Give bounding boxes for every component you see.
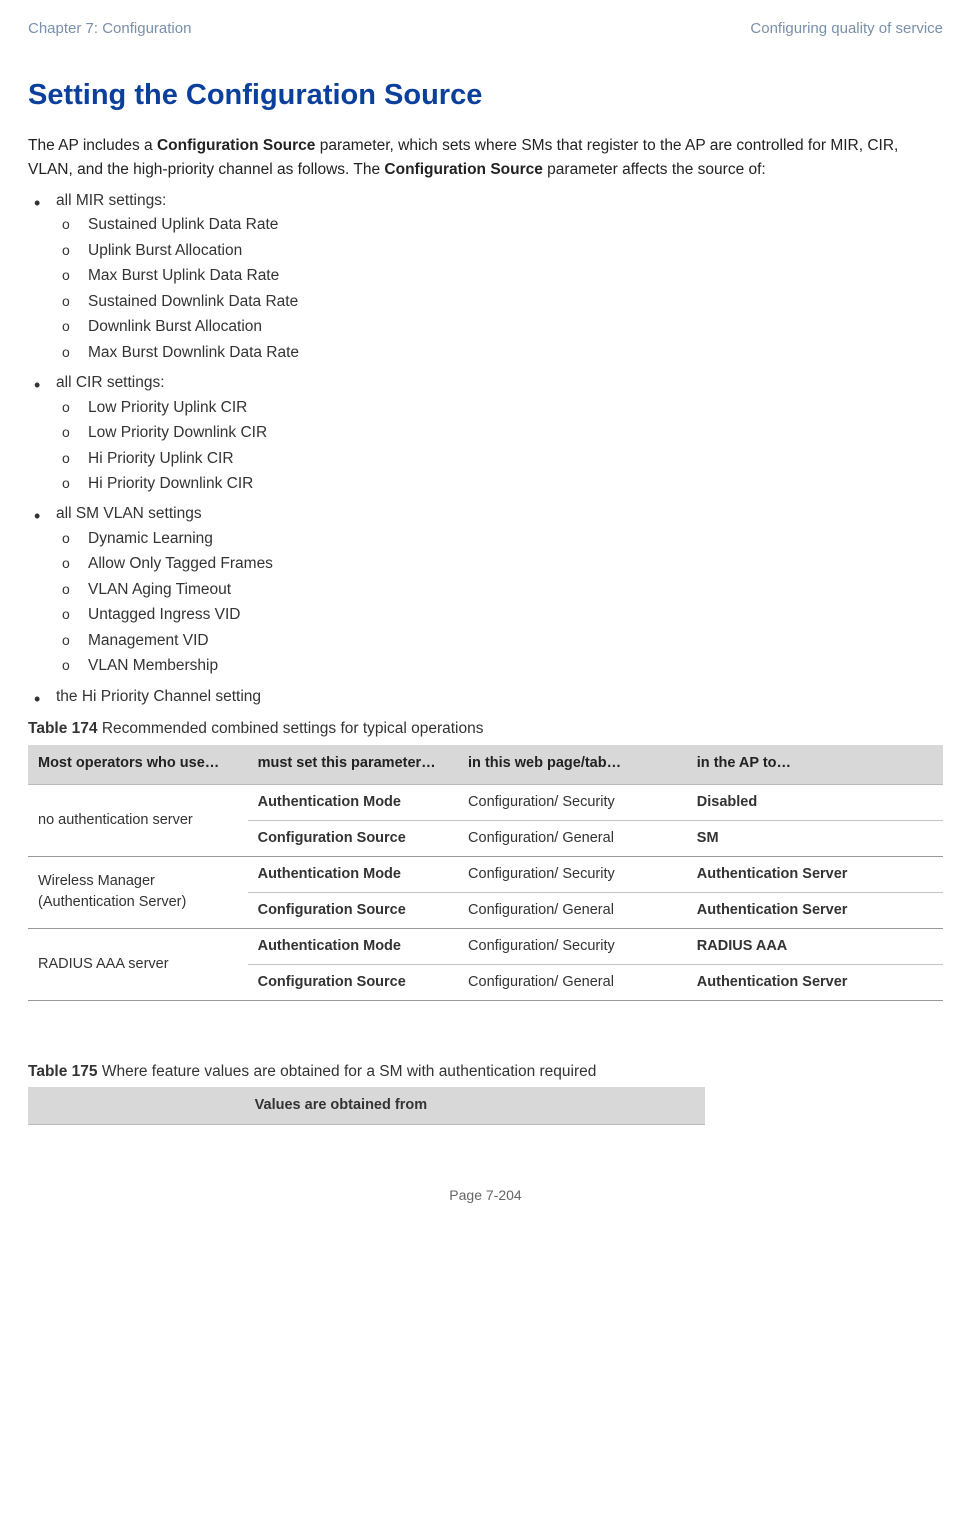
cell-apto: Disabled: [687, 784, 943, 820]
intro-bold-1: Configuration Source: [157, 137, 315, 154]
table175: Values are obtained from: [28, 1087, 705, 1125]
cell-apto: Authentication Server: [687, 856, 943, 892]
table175-caption: Table 175 Where feature values are obtai…: [28, 1061, 943, 1083]
list-item: Low Priority Uplink CIR: [56, 397, 943, 419]
cell-operator-2: RADIUS AAA server: [28, 928, 248, 1000]
cell-page: Configuration/ Security: [458, 784, 687, 820]
list-item: Downlink Burst Allocation: [56, 316, 943, 338]
cell-param: Authentication Mode: [248, 856, 458, 892]
cell-param: Authentication Mode: [248, 784, 458, 820]
bullet-mir-label: all MIR settings:: [56, 192, 166, 209]
list-item: Untagged Ingress VID: [56, 604, 943, 626]
intro-paragraph: The AP includes a Configuration Source p…: [28, 134, 943, 182]
table174: Most operators who use… must set this pa…: [28, 745, 943, 1001]
list-item: Allow Only Tagged Frames: [56, 553, 943, 575]
bullet-hipriority-label: the Hi Priority Channel setting: [56, 688, 261, 705]
cell-operator-0: no authentication server: [28, 784, 248, 856]
list-item: Hi Priority Uplink CIR: [56, 448, 943, 470]
cir-sublist: Low Priority Uplink CIR Low Priority Dow…: [56, 397, 943, 496]
list-item: Hi Priority Downlink CIR: [56, 473, 943, 495]
table174-header-row: Most operators who use… must set this pa…: [28, 745, 943, 785]
cell-page: Configuration/ General: [458, 892, 687, 928]
bullet-vlan-label: all SM VLAN settings: [56, 505, 202, 522]
cell-apto: RADIUS AAA: [687, 928, 943, 964]
table174-h1: must set this parameter…: [248, 745, 458, 785]
header-left: Chapter 7: Configuration: [28, 18, 191, 40]
bullet-vlan: all SM VLAN settings Dynamic Learning Al…: [28, 503, 943, 677]
bullet-cir: all CIR settings: Low Priority Uplink CI…: [28, 372, 943, 495]
table175-caption-rest: Where feature values are obtained for a …: [98, 1063, 597, 1080]
table175-h0: [28, 1087, 245, 1125]
cell-param: Configuration Source: [248, 892, 458, 928]
list-item: VLAN Membership: [56, 655, 943, 677]
list-item: Dynamic Learning: [56, 528, 943, 550]
table174-caption-rest: Recommended combined settings for typica…: [98, 720, 484, 737]
list-item: Max Burst Uplink Data Rate: [56, 265, 943, 287]
list-item: Uplink Burst Allocation: [56, 240, 943, 262]
bullet-mir: all MIR settings: Sustained Uplink Data …: [28, 190, 943, 364]
cell-operator-1: Wireless Manager (Authentication Server): [28, 856, 248, 928]
table174-h0: Most operators who use…: [28, 745, 248, 785]
intro-text-a: The AP includes a: [28, 137, 157, 154]
table-row: Wireless Manager (Authentication Server)…: [28, 856, 943, 892]
header-right: Configuring quality of service: [750, 18, 943, 40]
table-row: no authentication server Authentication …: [28, 784, 943, 820]
table175-header-row: Values are obtained from: [28, 1087, 705, 1125]
table174-caption: Table 174 Recommended combined settings …: [28, 718, 943, 740]
table174-h3: in the AP to…: [687, 745, 943, 785]
list-item: VLAN Aging Timeout: [56, 579, 943, 601]
list-item: Low Priority Downlink CIR: [56, 422, 943, 444]
bullet-list: all MIR settings: Sustained Uplink Data …: [28, 190, 943, 708]
list-item: Management VID: [56, 630, 943, 652]
intro-text-e: parameter affects the source of:: [543, 161, 766, 178]
cell-apto: Authentication Server: [687, 892, 943, 928]
table174-h2: in this web page/tab…: [458, 745, 687, 785]
list-item: Sustained Downlink Data Rate: [56, 291, 943, 313]
cell-apto: Authentication Server: [687, 964, 943, 1000]
vlan-sublist: Dynamic Learning Allow Only Tagged Frame…: [56, 528, 943, 678]
cell-page: Configuration/ General: [458, 964, 687, 1000]
bullet-cir-label: all CIR settings:: [56, 374, 165, 391]
page-title: Setting the Configuration Source: [28, 74, 943, 116]
mir-sublist: Sustained Uplink Data Rate Uplink Burst …: [56, 214, 943, 364]
table174-caption-bold: Table 174: [28, 720, 98, 737]
cell-page: Configuration/ General: [458, 820, 687, 856]
list-item: Sustained Uplink Data Rate: [56, 214, 943, 236]
list-item: Max Burst Downlink Data Rate: [56, 342, 943, 364]
cell-param: Configuration Source: [248, 964, 458, 1000]
cell-param: Configuration Source: [248, 820, 458, 856]
cell-page: Configuration/ Security: [458, 928, 687, 964]
table175-caption-bold: Table 175: [28, 1063, 98, 1080]
bullet-hipriority: the Hi Priority Channel setting: [28, 686, 943, 708]
page-footer: Page 7-204: [28, 1185, 943, 1205]
cell-param: Authentication Mode: [248, 928, 458, 964]
table175-h1: Values are obtained from: [245, 1087, 705, 1125]
intro-bold-2: Configuration Source: [384, 161, 542, 178]
cell-apto: SM: [687, 820, 943, 856]
page-header: Chapter 7: Configuration Configuring qua…: [28, 18, 943, 40]
table-row: RADIUS AAA server Authentication Mode Co…: [28, 928, 943, 964]
cell-page: Configuration/ Security: [458, 856, 687, 892]
